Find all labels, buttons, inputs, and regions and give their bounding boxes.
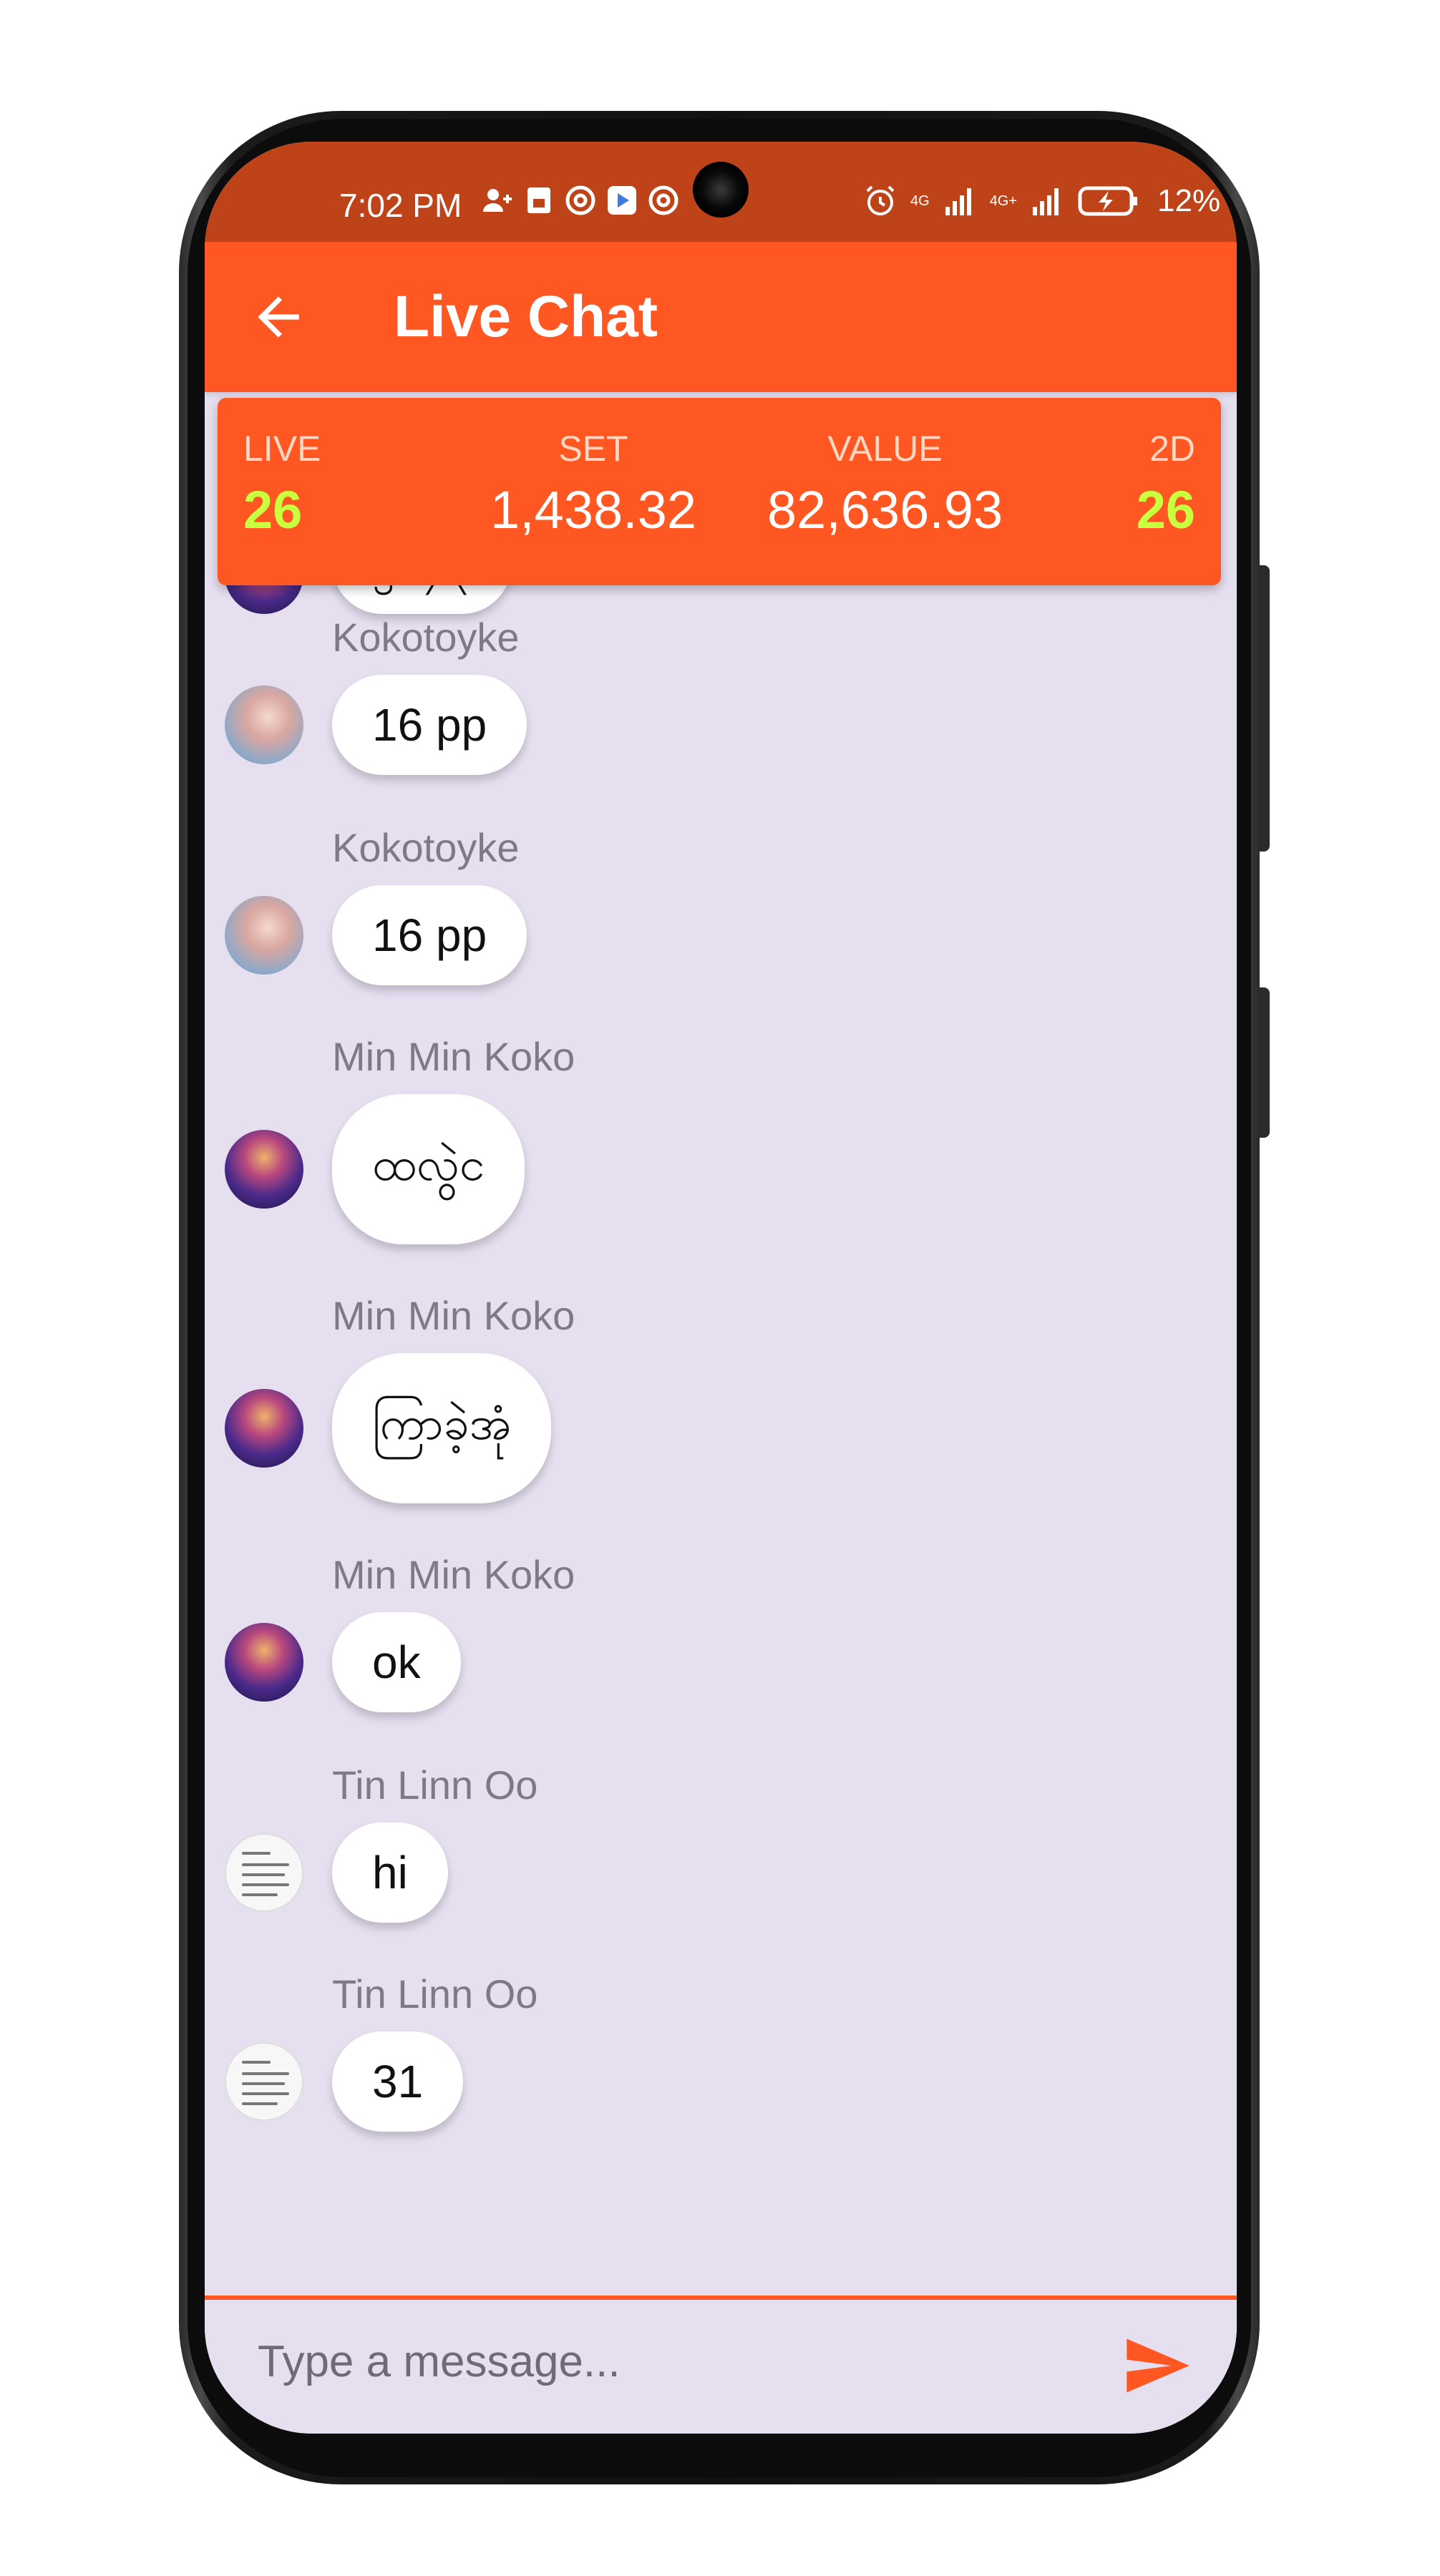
sender-name: Tin Linn Oo (332, 1762, 538, 1807)
app-bar: Live Chat (205, 242, 1237, 392)
battery-percentage: 12% (1157, 183, 1221, 218)
power-button (1258, 987, 1270, 1138)
message-input[interactable] (258, 2333, 1081, 2390)
message-bubble[interactable]: ok (332, 1612, 461, 1712)
play-store-icon (608, 186, 636, 215)
avatar[interactable] (225, 896, 303, 975)
live-label: LIVE (243, 429, 321, 469)
at-icon (648, 185, 678, 215)
message-bubble[interactable]: ကြာခဲ့အုံ (332, 1353, 552, 1503)
volume-button (1258, 565, 1270, 852)
sender-name: Kokotoyke (332, 615, 520, 660)
alarm-icon (866, 185, 895, 215)
front-camera (693, 162, 749, 218)
live-column: LIVE 26 (243, 428, 321, 540)
live-value: 26 (243, 480, 303, 540)
status-bar: 7:02 PM 4G 4G+ 12% (205, 142, 1237, 242)
message-composer (205, 2296, 1237, 2434)
signal-icon (1033, 188, 1059, 215)
market-ticker: LIVE 26 SET 1,438.32 VALUE 82,636.93 2D … (218, 398, 1221, 585)
set-label: SET (558, 429, 628, 469)
sender-name: Kokotoyke (332, 825, 520, 870)
value-value: 82,636.93 (767, 480, 1003, 540)
notification-icons (480, 183, 681, 218)
page-title: Live Chat (394, 284, 658, 349)
2d-column: 2D 26 (1137, 428, 1195, 540)
avatar[interactable] (225, 1389, 303, 1468)
sender-name: Tin Linn Oo (332, 1971, 538, 2016)
sender-name: Min Min Koko (332, 1293, 575, 1338)
message-bubble[interactable]: 31 (332, 2031, 464, 2132)
2d-label: 2D (1149, 429, 1195, 469)
avatar[interactable] (225, 1130, 303, 1209)
phone-screen: 7:02 PM 4G 4G+ 12% Live Chat ၂၁၄၃ (205, 142, 1237, 2434)
set-column: SET 1,438.32 (472, 428, 715, 540)
value-label: VALUE (827, 429, 943, 469)
set-value: 1,438.32 (490, 480, 697, 540)
person-add-icon (483, 189, 512, 212)
at-icon (565, 185, 595, 215)
chat-message-list[interactable]: ၂၁၄၃ Kokotoyke 16 pp Kokotoyke 16 pp Min… (205, 514, 1237, 2434)
signal-icon (945, 188, 971, 215)
send-button[interactable] (1121, 2330, 1192, 2401)
network-type-label: 4G+ (989, 193, 1018, 209)
message-bubble[interactable]: 16 pp (332, 885, 527, 985)
avatar[interactable] (225, 1623, 303, 1702)
2d-value: 26 (1136, 480, 1195, 540)
message-bubble[interactable]: 16 pp (332, 675, 527, 775)
message-bubble[interactable]: hi (332, 1823, 448, 1923)
network-type-label: 4G (910, 193, 930, 209)
avatar[interactable] (225, 2042, 303, 2121)
avatar[interactable] (225, 686, 303, 764)
system-icons: 4G 4G+ 12% (863, 183, 1220, 219)
sim-icon (527, 187, 550, 213)
back-button[interactable] (248, 286, 309, 348)
avatar[interactable] (225, 1833, 303, 1912)
battery-charging-icon (1078, 186, 1138, 216)
sender-name: Min Min Koko (332, 1552, 575, 1597)
value-column: VALUE 82,636.93 (762, 428, 1008, 540)
message-bubble[interactable]: ထလွဲင (332, 1094, 525, 1244)
status-time: 7:02 PM (339, 187, 462, 224)
sender-name: Min Min Koko (332, 1034, 575, 1079)
